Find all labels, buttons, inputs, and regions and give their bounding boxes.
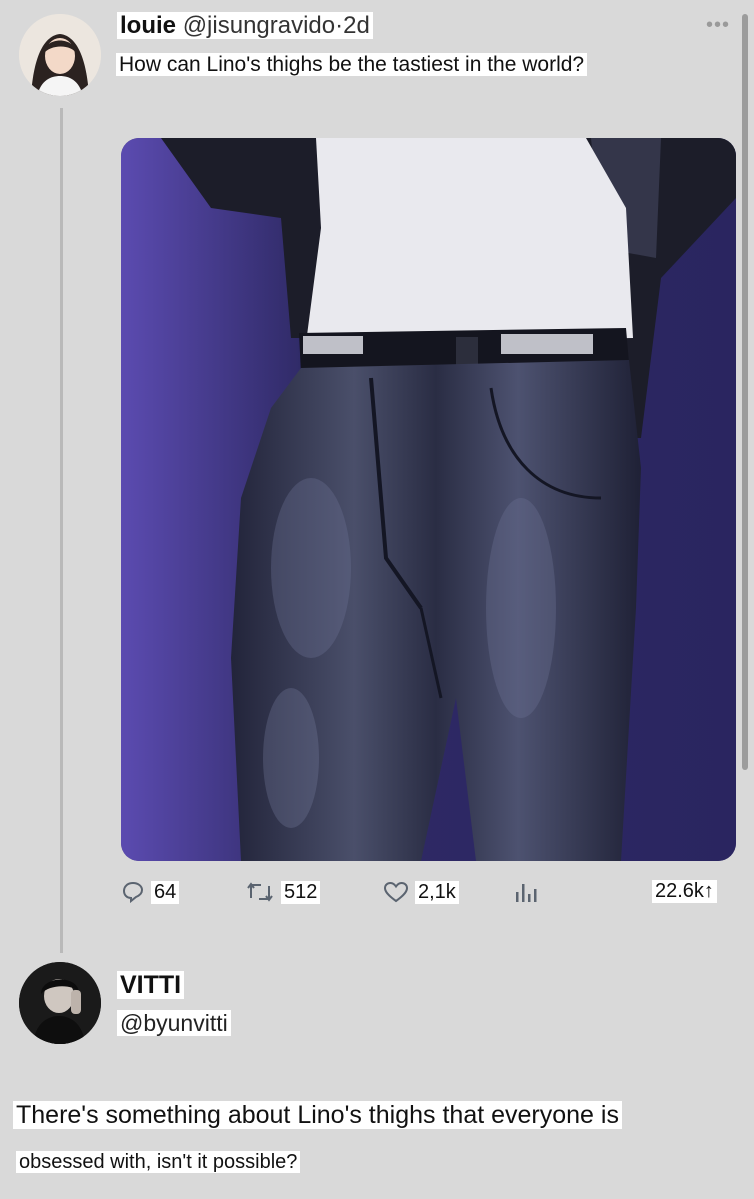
reply-author-handle-text: @byunvitti: [117, 1010, 231, 1036]
reply-text-line-1-content: There's something about Lino's thighs th…: [13, 1101, 622, 1129]
reply-text-line-1: There's something about Lino's thighs th…: [13, 1101, 622, 1130]
tweet-actions: 64 512 2,1k 22.6k↑: [0, 880, 754, 912]
tweet-media[interactable]: [121, 138, 736, 861]
time-separator: ·: [335, 12, 344, 39]
tweet-header: louie @jisungravido·2d: [117, 12, 373, 40]
retweet-action[interactable]: 512: [245, 880, 321, 904]
tweet-time[interactable]: 2d: [343, 12, 370, 39]
retweet-count: 512: [281, 880, 321, 904]
tweet-photo: [121, 138, 736, 861]
views-icon: [516, 884, 537, 902]
reply-count: 64: [151, 880, 180, 904]
view-count-action[interactable]: 22.6k↑: [652, 880, 717, 903]
like-icon: [383, 881, 409, 903]
reply-avatar[interactable]: [19, 962, 101, 1044]
like-count: 2,1k: [415, 880, 459, 904]
avatar-image: [19, 14, 101, 96]
scrollbar[interactable]: [742, 14, 748, 770]
avatar[interactable]: [19, 14, 101, 96]
tweet-text: How can Lino's thighs be the tastiest in…: [116, 53, 588, 77]
tweet-text-content: How can Lino's thighs be the tastiest in…: [116, 53, 588, 76]
view-count: 22.6k↑: [652, 880, 717, 903]
reply-author-name-text: VITTI: [117, 971, 185, 999]
reply-text-line-2: obsessed with, isn't it possible?: [16, 1151, 301, 1174]
more-icon[interactable]: •••: [706, 14, 730, 37]
retweet-icon: [247, 882, 273, 902]
author-handle[interactable]: @jisungravido: [183, 12, 335, 39]
reply-text-line-2-content: obsessed with, isn't it possible?: [16, 1151, 301, 1173]
views-action[interactable]: [513, 880, 539, 904]
reply-author-handle[interactable]: @byunvitti: [117, 1010, 231, 1037]
reply-action[interactable]: 64: [121, 880, 180, 904]
reply-avatar-image: [19, 962, 101, 1044]
like-action[interactable]: 2,1k: [383, 880, 459, 904]
reply-author-name[interactable]: VITTI: [117, 971, 185, 1000]
reply-icon: [122, 881, 144, 904]
author-name[interactable]: louie: [120, 12, 176, 39]
thread-line: [60, 108, 63, 953]
